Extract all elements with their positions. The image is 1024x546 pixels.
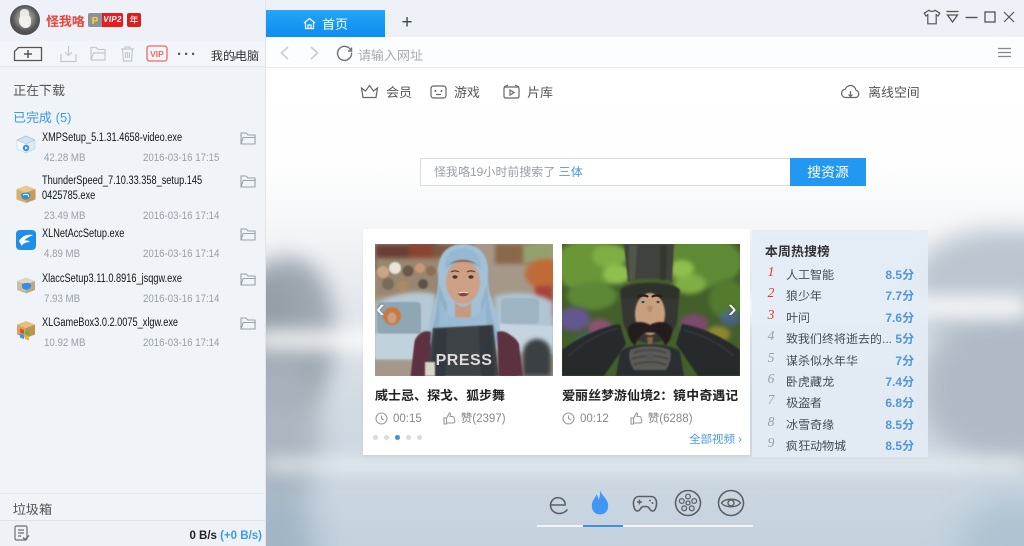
svg-text:PRESS: PRESS — [436, 352, 493, 369]
svg-text:VIP: VIP — [150, 49, 164, 59]
